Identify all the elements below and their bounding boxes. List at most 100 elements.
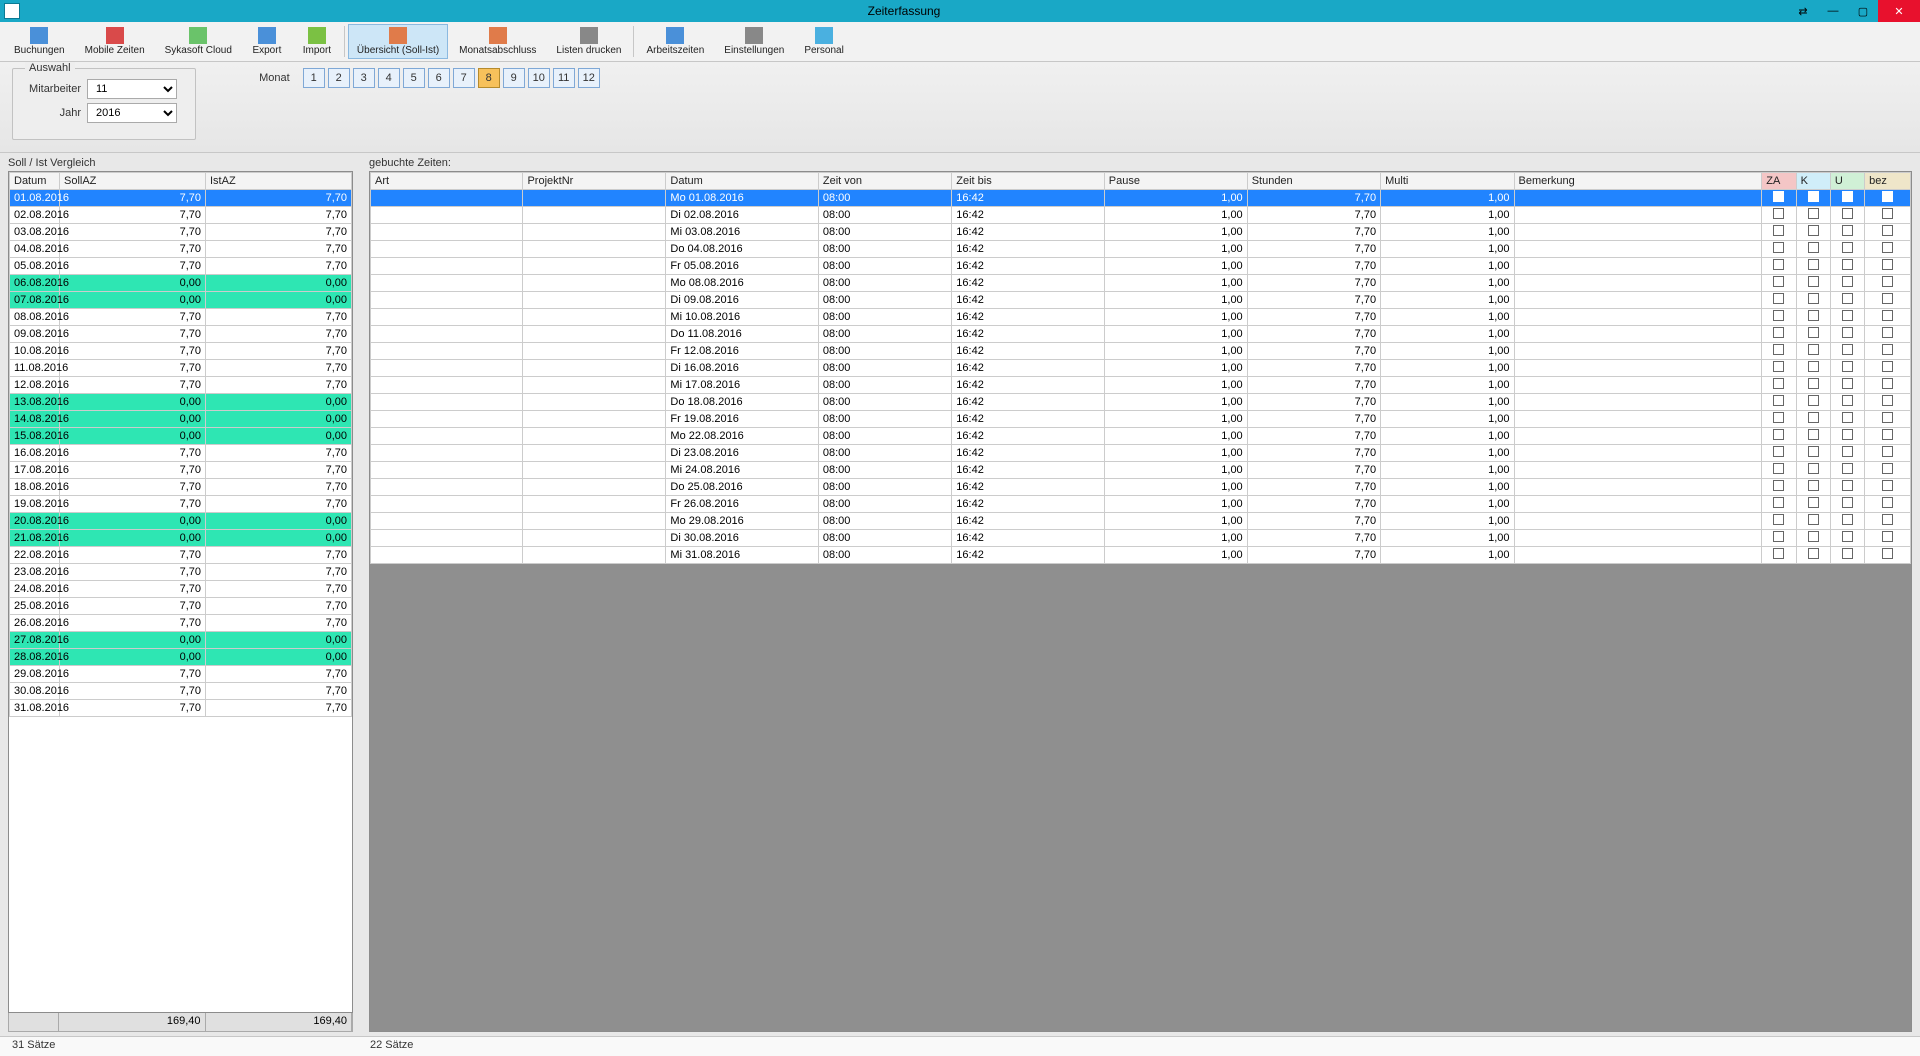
table-row[interactable]: Mi 24.08.201608:0016:421,007,701,00: [371, 462, 1911, 479]
checkbox-k[interactable]: [1808, 293, 1819, 304]
table-row[interactable]: Do 04.08.201608:0016:421,007,701,00: [371, 241, 1911, 258]
gebuchte-zeiten-grid[interactable]: ArtProjektNrDatumZeit vonZeit bisPauseSt…: [369, 171, 1912, 1032]
checkbox-k[interactable]: [1808, 208, 1819, 219]
close-button[interactable]: ✕: [1878, 0, 1920, 22]
checkbox-za[interactable]: [1773, 548, 1784, 559]
swap-button[interactable]: ⇄: [1788, 0, 1818, 22]
checkbox-k[interactable]: [1808, 480, 1819, 491]
checkbox-u[interactable]: [1842, 327, 1853, 338]
col-SollAZ[interactable]: SollAZ: [60, 173, 206, 190]
soll-ist-grid[interactable]: DatumSollAZIstAZ01.08.20167,707,7002.08.…: [8, 171, 353, 1013]
table-row[interactable]: 30.08.20167,707,70: [10, 683, 352, 700]
col-Datum[interactable]: Datum: [10, 173, 60, 190]
checkbox-u[interactable]: [1842, 242, 1853, 253]
table-row[interactable]: Fr 12.08.201608:0016:421,007,701,00: [371, 343, 1911, 360]
checkbox-za[interactable]: [1773, 310, 1784, 321]
col-Art[interactable]: Art: [371, 173, 523, 190]
toolbar-import[interactable]: Import: [293, 24, 341, 59]
table-row[interactable]: 15.08.20160,000,00: [10, 428, 352, 445]
checkbox-u[interactable]: [1842, 310, 1853, 321]
checkbox-bez[interactable]: [1882, 480, 1893, 491]
checkbox-bez[interactable]: [1882, 208, 1893, 219]
table-row[interactable]: 28.08.20160,000,00: [10, 649, 352, 666]
table-row[interactable]: 22.08.20167,707,70: [10, 547, 352, 564]
month-btn-10[interactable]: 10: [528, 68, 550, 88]
checkbox-u[interactable]: [1842, 497, 1853, 508]
month-btn-9[interactable]: 9: [503, 68, 525, 88]
checkbox-bez[interactable]: [1882, 378, 1893, 389]
toolbar-listen-drucken[interactable]: Listen drucken: [547, 24, 630, 59]
checkbox-k[interactable]: [1808, 242, 1819, 253]
table-row[interactable]: 20.08.20160,000,00: [10, 513, 352, 530]
checkbox-za[interactable]: [1773, 412, 1784, 423]
checkbox-k[interactable]: [1808, 429, 1819, 440]
table-row[interactable]: 08.08.20167,707,70: [10, 309, 352, 326]
checkbox-k[interactable]: [1808, 395, 1819, 406]
checkbox-u[interactable]: [1842, 259, 1853, 270]
toolbar-einstellungen[interactable]: Einstellungen: [715, 24, 793, 59]
table-row[interactable]: Fr 19.08.201608:0016:421,007,701,00: [371, 411, 1911, 428]
checkbox-bez[interactable]: [1882, 242, 1893, 253]
checkbox-bez[interactable]: [1882, 463, 1893, 474]
table-row[interactable]: 18.08.20167,707,70: [10, 479, 352, 496]
table-row[interactable]: 14.08.20160,000,00: [10, 411, 352, 428]
checkbox-k[interactable]: [1808, 463, 1819, 474]
checkbox-u[interactable]: [1842, 480, 1853, 491]
toolbar-arbeitszeiten[interactable]: Arbeitszeiten: [637, 24, 713, 59]
table-row[interactable]: 21.08.20160,000,00: [10, 530, 352, 547]
checkbox-k[interactable]: [1808, 310, 1819, 321]
checkbox-u[interactable]: [1842, 548, 1853, 559]
table-row[interactable]: 09.08.20167,707,70: [10, 326, 352, 343]
table-row[interactable]: 29.08.20167,707,70: [10, 666, 352, 683]
checkbox-k[interactable]: [1808, 446, 1819, 457]
table-row[interactable]: 17.08.20167,707,70: [10, 462, 352, 479]
checkbox-bez[interactable]: [1882, 293, 1893, 304]
checkbox-k[interactable]: [1808, 191, 1819, 202]
checkbox-k[interactable]: [1808, 259, 1819, 270]
checkbox-za[interactable]: [1773, 497, 1784, 508]
col-Pause[interactable]: Pause: [1104, 173, 1247, 190]
checkbox-k[interactable]: [1808, 327, 1819, 338]
table-row[interactable]: 07.08.20160,000,00: [10, 292, 352, 309]
checkbox-za[interactable]: [1773, 429, 1784, 440]
table-row[interactable]: Mi 31.08.201608:0016:421,007,701,00: [371, 547, 1911, 564]
month-btn-8[interactable]: 8: [478, 68, 500, 88]
table-row[interactable]: 01.08.20167,707,70: [10, 190, 352, 207]
table-row[interactable]: Di 16.08.201608:0016:421,007,701,00: [371, 360, 1911, 377]
checkbox-u[interactable]: [1842, 225, 1853, 236]
table-row[interactable]: 11.08.20167,707,70: [10, 360, 352, 377]
checkbox-za[interactable]: [1773, 446, 1784, 457]
checkbox-za[interactable]: [1773, 276, 1784, 287]
table-row[interactable]: Mo 29.08.201608:0016:421,007,701,00: [371, 513, 1911, 530]
month-btn-11[interactable]: 11: [553, 68, 575, 88]
checkbox-u[interactable]: [1842, 463, 1853, 474]
checkbox-za[interactable]: [1773, 378, 1784, 389]
checkbox-k[interactable]: [1808, 276, 1819, 287]
month-btn-4[interactable]: 4: [378, 68, 400, 88]
checkbox-u[interactable]: [1842, 208, 1853, 219]
checkbox-bez[interactable]: [1882, 395, 1893, 406]
checkbox-za[interactable]: [1773, 395, 1784, 406]
table-row[interactable]: 04.08.20167,707,70: [10, 241, 352, 258]
col-U[interactable]: U: [1830, 173, 1864, 190]
month-btn-3[interactable]: 3: [353, 68, 375, 88]
month-btn-7[interactable]: 7: [453, 68, 475, 88]
checkbox-bez[interactable]: [1882, 429, 1893, 440]
checkbox-bez[interactable]: [1882, 327, 1893, 338]
table-row[interactable]: 27.08.20160,000,00: [10, 632, 352, 649]
checkbox-k[interactable]: [1808, 361, 1819, 372]
checkbox-u[interactable]: [1842, 531, 1853, 542]
checkbox-k[interactable]: [1808, 225, 1819, 236]
month-btn-6[interactable]: 6: [428, 68, 450, 88]
checkbox-k[interactable]: [1808, 344, 1819, 355]
table-row[interactable]: 05.08.20167,707,70: [10, 258, 352, 275]
checkbox-u[interactable]: [1842, 344, 1853, 355]
mitarbeiter-select[interactable]: 11: [87, 79, 177, 99]
col-ProjektNr[interactable]: ProjektNr: [523, 173, 666, 190]
checkbox-u[interactable]: [1842, 395, 1853, 406]
toolbar-monatsabschluss[interactable]: Monatsabschluss: [450, 24, 545, 59]
checkbox-za[interactable]: [1773, 344, 1784, 355]
checkbox-u[interactable]: [1842, 514, 1853, 525]
col-IstAZ[interactable]: IstAZ: [206, 173, 352, 190]
checkbox-k[interactable]: [1808, 514, 1819, 525]
